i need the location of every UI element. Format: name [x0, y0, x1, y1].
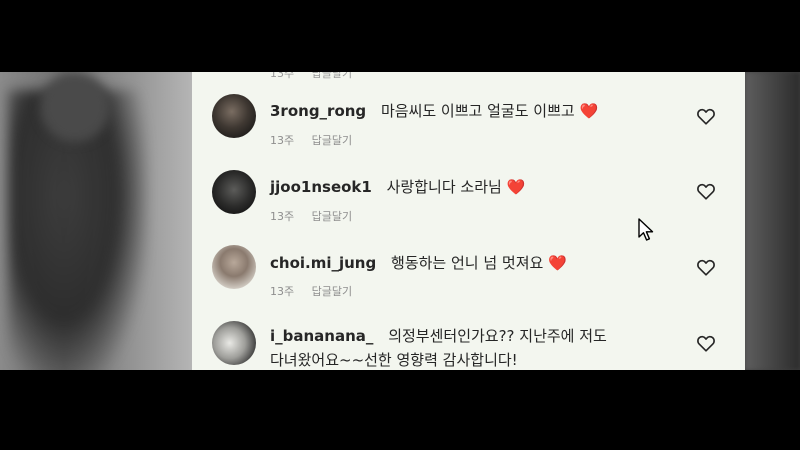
- comment-meta: 13주 답글달기: [270, 208, 352, 224]
- comment-time: 13주: [270, 210, 295, 223]
- comment-line: 3rong_rong 마음씨도 이쁘고 얼굴도 이쁘고 ❤️: [270, 100, 598, 121]
- like-heart-icon[interactable]: [695, 105, 717, 127]
- comment-meta: 13주 답글달기: [270, 132, 352, 148]
- username[interactable]: jjoo1nseok1: [270, 178, 372, 196]
- comment-time: 13주: [270, 134, 295, 147]
- avatar[interactable]: [212, 170, 256, 214]
- comment-text: 사랑합니다 소라님: [386, 178, 502, 196]
- comment-line: i_bananana_ 의정부센터인가요?? 지난주에 저도: [270, 325, 607, 346]
- username[interactable]: 3rong_rong: [270, 102, 366, 120]
- heart-emoji: ❤️: [579, 102, 599, 120]
- comments-panel: 13주 답글달기 3rong_rong 마음씨도 이쁘고 얼굴도 이쁘고 ❤️ …: [192, 72, 745, 370]
- avatar[interactable]: [212, 94, 256, 138]
- reply-link[interactable]: 답글달기: [312, 285, 352, 298]
- comment-text: 행동하는 언니 넘 멋져요: [391, 254, 544, 272]
- reply-link[interactable]: 답글달기: [312, 134, 352, 147]
- blurred-head-background: [40, 72, 110, 142]
- comment-time: 13주: [270, 285, 295, 298]
- comment-text: 의정부센터인가요?? 지난주에 저도: [388, 327, 607, 345]
- reply-link[interactable]: 답글달기: [312, 72, 352, 80]
- mouse-cursor-icon: [638, 218, 654, 241]
- video-frame: 13주 답글달기 3rong_rong 마음씨도 이쁘고 얼굴도 이쁘고 ❤️ …: [0, 72, 800, 370]
- partial-comment-meta: 13주 답글달기: [270, 72, 366, 81]
- comment-line: choi.mi_jung 행동하는 언니 넘 멋져요 ❤️: [270, 252, 567, 273]
- username[interactable]: i_bananana_: [270, 327, 373, 345]
- comment-line: jjoo1nseok1 사랑합니다 소라님 ❤️: [270, 176, 525, 197]
- like-heart-icon[interactable]: [695, 256, 717, 278]
- like-heart-icon[interactable]: [695, 332, 717, 354]
- comment-text-continued: 다녀왔어요~~선한 영향력 감사합니다!: [270, 351, 518, 369]
- comment-time: 13주: [270, 72, 295, 80]
- blurred-right-background: [745, 72, 800, 370]
- reply-link[interactable]: 답글달기: [312, 210, 352, 223]
- heart-emoji: ❤️: [548, 254, 567, 272]
- avatar[interactable]: [212, 321, 256, 365]
- username[interactable]: choi.mi_jung: [270, 254, 376, 272]
- heart-emoji: ❤️: [506, 178, 526, 196]
- comment-meta: 13주 답글달기: [270, 283, 352, 299]
- comment-text: 마음씨도 이쁘고 얼굴도 이쁘고: [380, 102, 575, 120]
- avatar[interactable]: [212, 245, 256, 289]
- like-heart-icon[interactable]: [695, 180, 717, 202]
